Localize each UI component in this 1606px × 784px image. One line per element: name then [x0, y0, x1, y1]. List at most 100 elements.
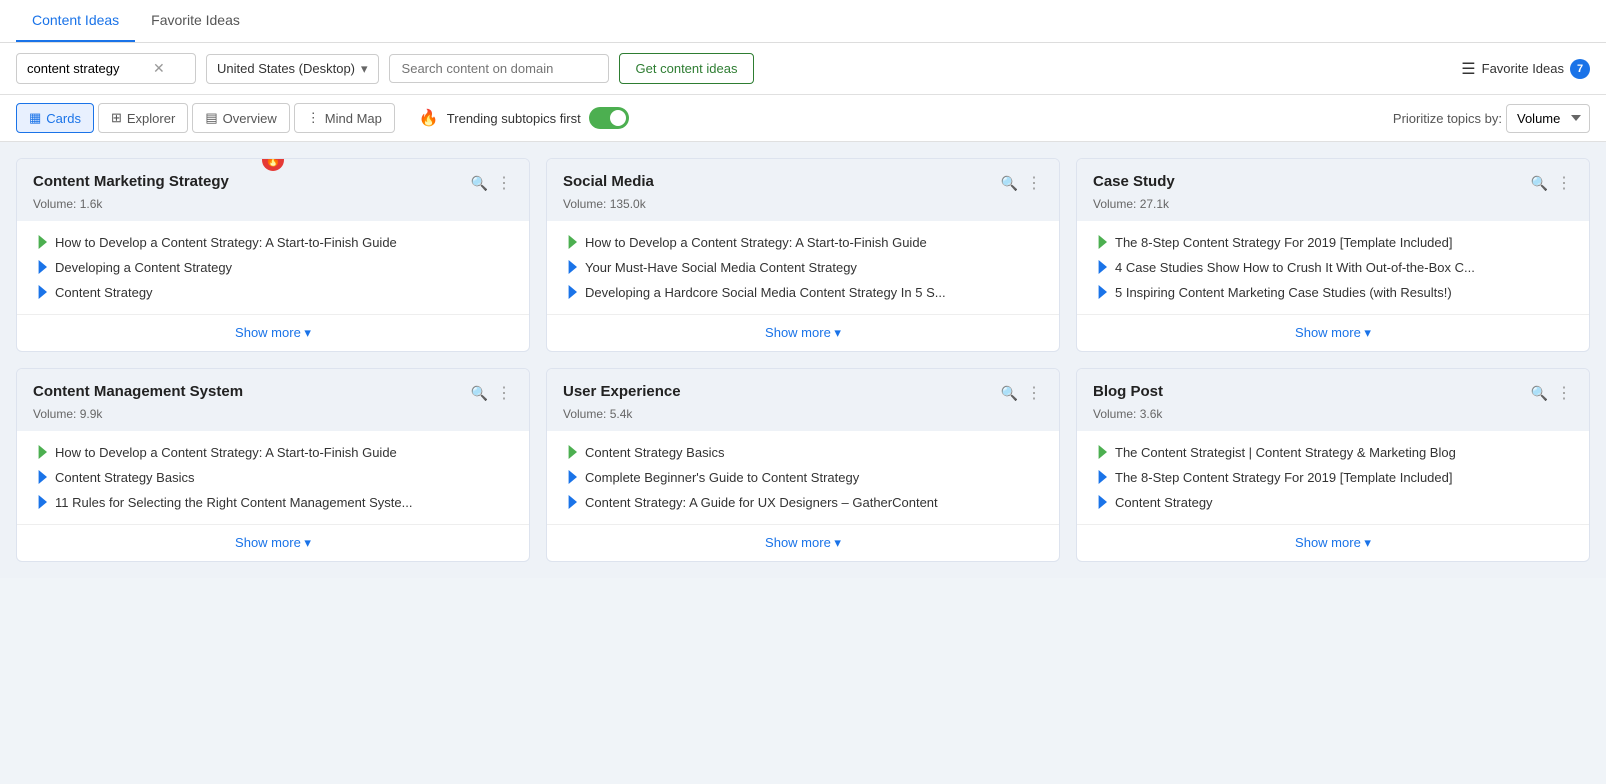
card-item-text: Developing a Content Strategy [55, 260, 232, 275]
card-item: The 8-Step Content Strategy For 2019 [Te… [1093, 235, 1573, 250]
card-item-text: The Content Strategist | Content Strateg… [1115, 445, 1456, 460]
more-options-icon[interactable]: ⋮ [1026, 173, 1043, 193]
location-dropdown[interactable]: United States (Desktop) ▾ [206, 54, 379, 84]
card-card-6: Blog Post 🔍 ⋮ Volume: 3.6k The Content S… [1076, 368, 1590, 562]
green-arrow-icon [1093, 445, 1107, 459]
blue-arrow-icon [33, 470, 47, 484]
card-item: 4 Case Studies Show How to Crush It With… [1093, 260, 1573, 275]
keyword-input[interactable] [27, 61, 147, 76]
card-item-text: Complete Beginner's Guide to Content Str… [585, 470, 859, 485]
card-card-2: Social Media 🔍 ⋮ Volume: 135.0k How to D… [546, 158, 1060, 352]
show-more-button[interactable]: Show more ▾ [17, 524, 529, 561]
card-header-icons: 🔍 ⋮ [471, 173, 513, 193]
prioritize-label: Prioritize topics by: [1393, 111, 1502, 126]
blue-arrow-icon [1093, 470, 1107, 484]
search-icon[interactable]: 🔍 [1531, 175, 1548, 192]
blue-arrow-icon [563, 285, 577, 299]
card-header: Case Study 🔍 ⋮ Volume: 27.1k [1077, 159, 1589, 221]
cards-icon: ▦ [29, 110, 41, 126]
card-item-text: Content Strategy: A Guide for UX Designe… [585, 495, 938, 510]
show-more-button[interactable]: Show more ▾ [547, 524, 1059, 561]
view-mindmap-button[interactable]: ⋮ Mind Map [294, 103, 395, 133]
tab-favorite-ideas[interactable]: Favorite Ideas [135, 0, 256, 42]
card-item-text: How to Develop a Content Strategy: A Sta… [55, 445, 397, 460]
show-more-button[interactable]: Show more ▾ [17, 314, 529, 351]
card-item-text: Developing a Hardcore Social Media Conte… [585, 285, 946, 300]
card-item: How to Develop a Content Strategy: A Sta… [33, 235, 513, 250]
card-item: The 8-Step Content Strategy For 2019 [Te… [1093, 470, 1573, 485]
more-options-icon[interactable]: ⋮ [496, 383, 513, 403]
card-item: Content Strategy [33, 285, 513, 300]
keyword-input-wrapper: ✕ [16, 53, 196, 84]
card-item-text: 5 Inspiring Content Marketing Case Studi… [1115, 285, 1452, 300]
blue-arrow-icon [563, 495, 577, 509]
card-item: 5 Inspiring Content Marketing Case Studi… [1093, 285, 1573, 300]
search-icon[interactable]: 🔍 [1001, 385, 1018, 402]
more-options-icon[interactable]: ⋮ [1556, 383, 1573, 403]
more-options-icon[interactable]: ⋮ [1556, 173, 1573, 193]
toolbar: ✕ United States (Desktop) ▾ Get content … [0, 43, 1606, 95]
search-icon[interactable]: 🔍 [471, 385, 488, 402]
tab-content-ideas[interactable]: Content Ideas [16, 0, 135, 42]
card-volume: Volume: 3.6k [1093, 407, 1573, 421]
card-card-4: Content Management System 🔍 ⋮ Volume: 9.… [16, 368, 530, 562]
card-title: Case Study [1093, 173, 1531, 190]
green-arrow-icon [563, 235, 577, 249]
card-title: Social Media [563, 173, 1001, 190]
card-item: How to Develop a Content Strategy: A Sta… [563, 235, 1043, 250]
card-item-text: Content Strategy Basics [55, 470, 194, 485]
card-header-top: Content Management System 🔍 ⋮ [33, 383, 513, 403]
show-more-button[interactable]: Show more ▾ [547, 314, 1059, 351]
prioritize-select[interactable]: Volume [1506, 104, 1590, 133]
more-options-icon[interactable]: ⋮ [1026, 383, 1043, 403]
cards-label: Cards [46, 111, 81, 126]
card-card-5: User Experience 🔍 ⋮ Volume: 5.4k Content… [546, 368, 1060, 562]
card-header-top: Blog Post 🔍 ⋮ [1093, 383, 1573, 403]
card-volume: Volume: 1.6k [33, 197, 513, 211]
card-item: Content Strategy: A Guide for UX Designe… [563, 495, 1043, 510]
card-header-icons: 🔍 ⋮ [471, 383, 513, 403]
card-header-icons: 🔍 ⋮ [1001, 173, 1043, 193]
card-body: How to Develop a Content Strategy: A Sta… [17, 431, 529, 524]
card-header: Content Management System 🔍 ⋮ Volume: 9.… [17, 369, 529, 431]
get-ideas-button[interactable]: Get content ideas [619, 53, 755, 84]
more-options-icon[interactable]: ⋮ [496, 173, 513, 193]
view-overview-button[interactable]: ▤ Overview [192, 103, 289, 133]
blue-arrow-icon [33, 260, 47, 274]
card-header-top: Content Marketing Strategy 🔍 ⋮ [33, 173, 513, 193]
show-more-button[interactable]: Show more ▾ [1077, 314, 1589, 351]
card-volume: Volume: 5.4k [563, 407, 1043, 421]
card-item-text: How to Develop a Content Strategy: A Sta… [55, 235, 397, 250]
card-header-icons: 🔍 ⋮ [1531, 383, 1573, 403]
card-header-top: Case Study 🔍 ⋮ [1093, 173, 1573, 193]
card-card-3: Case Study 🔍 ⋮ Volume: 27.1k The 8-Step … [1076, 158, 1590, 352]
cards-grid: 🔥 Content Marketing Strategy 🔍 ⋮ Volume:… [0, 142, 1606, 578]
card-item-text: Content Strategy [1115, 495, 1213, 510]
card-header-top: User Experience 🔍 ⋮ [563, 383, 1043, 403]
card-title: Blog Post [1093, 383, 1531, 400]
card-volume: Volume: 9.9k [33, 407, 513, 421]
search-icon[interactable]: 🔍 [471, 175, 488, 192]
trending-switch[interactable] [589, 107, 629, 129]
view-cards-button[interactable]: ▦ Cards [16, 103, 94, 133]
card-item: Content Strategy [1093, 495, 1573, 510]
card-item: Complete Beginner's Guide to Content Str… [563, 470, 1043, 485]
show-more-button[interactable]: Show more ▾ [1077, 524, 1589, 561]
card-item: 11 Rules for Selecting the Right Content… [33, 495, 513, 510]
search-icon[interactable]: 🔍 [1531, 385, 1548, 402]
domain-search-input[interactable] [389, 54, 609, 83]
blue-arrow-icon [1093, 260, 1107, 274]
card-item-text: 4 Case Studies Show How to Crush It With… [1115, 260, 1475, 275]
favorite-ideas-link[interactable]: ☰ Favorite Ideas 7 [1461, 59, 1590, 79]
view-toolbar: ▦ Cards ⊞ Explorer ▤ Overview ⋮ Mind Map… [0, 95, 1606, 142]
search-icon[interactable]: 🔍 [1001, 175, 1018, 192]
blue-arrow-icon [1093, 285, 1107, 299]
clear-keyword-icon[interactable]: ✕ [153, 60, 165, 77]
card-item-text: Content Strategy Basics [585, 445, 724, 460]
card-item: Content Strategy Basics [563, 445, 1043, 460]
card-body: How to Develop a Content Strategy: A Sta… [547, 221, 1059, 314]
trending-toggle: 🔥 Trending subtopics first [419, 107, 629, 129]
view-explorer-button[interactable]: ⊞ Explorer [98, 103, 188, 133]
card-card-1: 🔥 Content Marketing Strategy 🔍 ⋮ Volume:… [16, 158, 530, 352]
card-item: The Content Strategist | Content Strateg… [1093, 445, 1573, 460]
